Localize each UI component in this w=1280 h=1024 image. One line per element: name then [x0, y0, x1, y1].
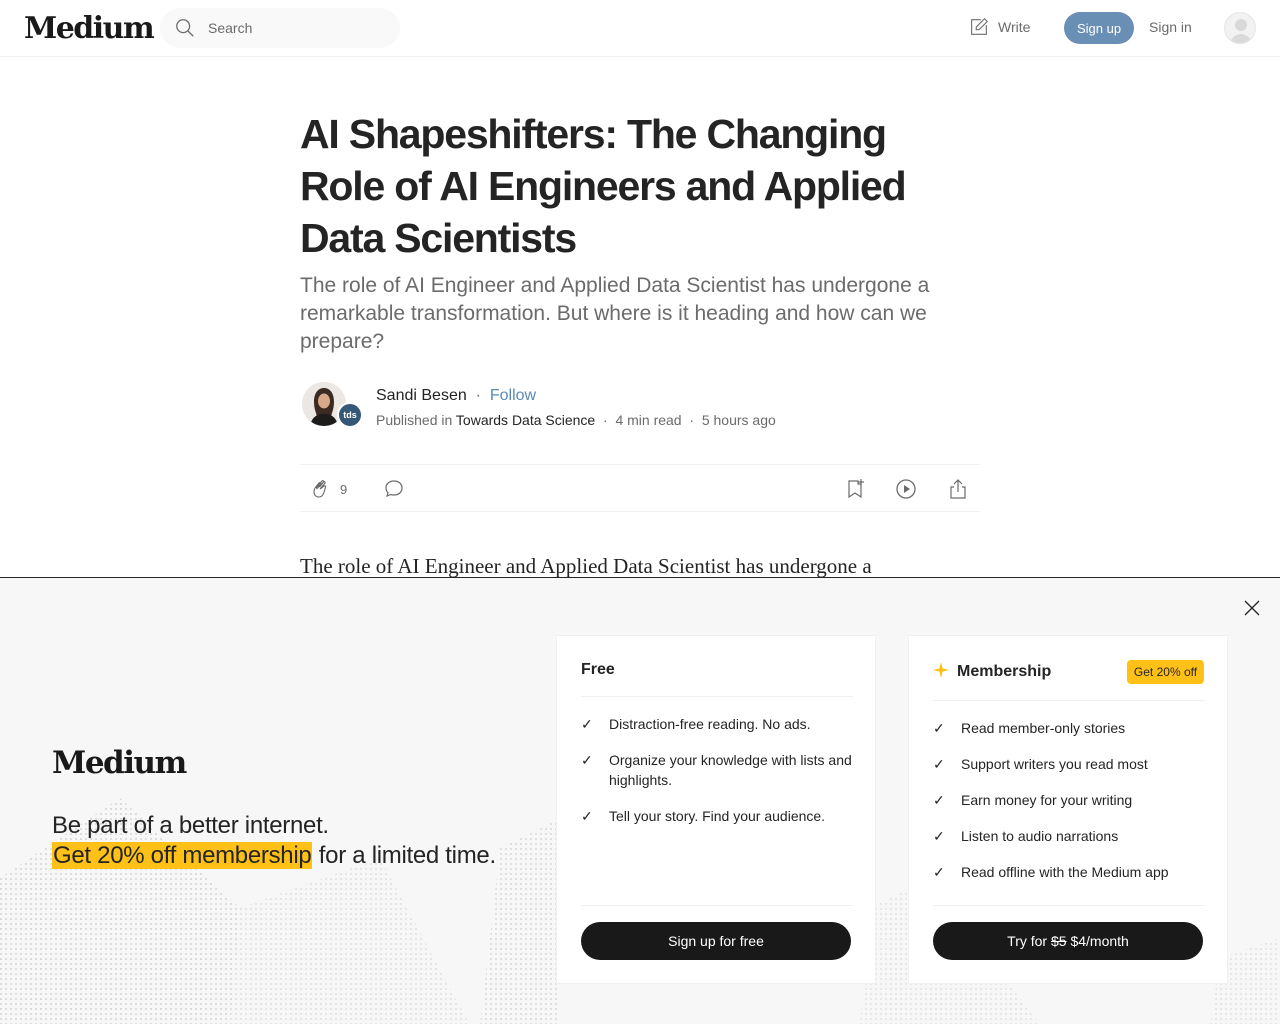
write-icon — [971, 17, 989, 35]
promo-medium-logo: Medium — [52, 745, 187, 781]
read-time: 4 min read — [615, 412, 682, 428]
share-button[interactable] — [946, 477, 970, 501]
button-prefix: Try for — [1007, 933, 1051, 949]
offer-highlight: Get 20% off membership — [52, 842, 313, 869]
user-avatar[interactable] — [1224, 12, 1256, 44]
separator-dot: · — [471, 387, 486, 404]
signin-link[interactable]: Sign in — [1149, 19, 1192, 35]
separator-dot: · — [685, 412, 698, 428]
article-header: AI Shapeshifters: The Changing Role of A… — [300, 108, 980, 428]
clap-icon — [313, 480, 327, 498]
medium-logo[interactable]: Medium — [24, 11, 155, 46]
author-line: Sandi Besen · Follow — [376, 387, 536, 405]
member-feature-item: ✓ Read offline with the Medium app — [933, 862, 1205, 882]
feature-text: Read member-only stories — [961, 720, 1126, 736]
feature-text: Tell your story. Find your audience. — [609, 808, 826, 824]
write-label: Write — [998, 19, 1031, 35]
write-button[interactable]: Write — [968, 16, 1030, 38]
clap-button[interactable]: 9 — [308, 477, 347, 501]
feature-text: Support writers you read most — [961, 756, 1148, 772]
publication-logo[interactable]: tds — [337, 402, 363, 428]
membership-modal: Medium Be part of a better internet. Get… — [0, 577, 1280, 1024]
free-plan-title: Free — [581, 661, 615, 678]
responses-button[interactable] — [382, 477, 406, 501]
search-input[interactable] — [208, 20, 378, 36]
check-icon: ✓ — [581, 808, 593, 824]
member-feature-item: ✓ Listen to audio narrations — [933, 826, 1205, 846]
article-meta: Published in Towards Data Science · 4 mi… — [376, 412, 776, 428]
follow-link[interactable]: Follow — [490, 387, 536, 404]
divider — [933, 700, 1205, 701]
separator-dot: · — [599, 412, 612, 428]
close-icon[interactable] — [1240, 596, 1264, 620]
divider — [581, 905, 853, 906]
promo-offer: Get 20% off membership for a limited tim… — [52, 842, 496, 870]
comment-icon — [385, 480, 403, 498]
free-feature-item: ✓ Distraction-free reading. No ads. — [581, 714, 853, 734]
feature-text: Organize your knowledge with lists and h… — [609, 752, 852, 788]
feature-text: Read offline with the Medium app — [961, 864, 1169, 880]
free-feature-item: ✓ Tell your story. Find your audience. — [581, 806, 853, 826]
check-icon: ✓ — [933, 720, 945, 736]
check-icon: ✓ — [581, 716, 593, 732]
member-feature-item: ✓ Support writers you read most — [933, 754, 1205, 774]
signup-free-button[interactable]: Sign up for free — [581, 922, 851, 960]
article-title: AI Shapeshifters: The Changing Role of A… — [300, 111, 907, 261]
published-in-label: Published in — [376, 412, 453, 428]
membership-plan-card: Membership Get 20% off ✓ Read member-onl… — [908, 635, 1228, 984]
published-time: 5 hours ago — [701, 412, 776, 428]
article-subtitle: The role of AI Engineer and Applied Data… — [300, 274, 930, 353]
search-icon — [176, 19, 194, 37]
try-membership-button[interactable]: Try for $5 $4/month — [933, 922, 1203, 960]
share-icon — [950, 479, 966, 499]
membership-title: Membership — [957, 663, 1052, 680]
offer-rest: for a limited time. — [318, 842, 496, 869]
old-price: $5 — [1050, 933, 1067, 949]
member-feature-item: ✓ Read member-only stories — [933, 718, 1205, 738]
sparkle-icon — [933, 662, 949, 678]
bookmark-button[interactable] — [843, 477, 867, 501]
top-nav: Medium Write Sign up Sign in — [0, 0, 1280, 57]
bookmark-add-icon — [848, 479, 864, 499]
member-feature-item: ✓ Earn money for your writing — [933, 790, 1205, 810]
check-icon: ✓ — [581, 752, 593, 768]
author-row: tds Sandi Besen · Follow Published in To… — [300, 382, 980, 432]
check-icon: ✓ — [933, 864, 945, 880]
check-icon: ✓ — [933, 756, 945, 772]
divider — [933, 905, 1205, 906]
check-icon: ✓ — [933, 792, 945, 808]
free-plan-card: Free ✓ Distraction-free reading. No ads.… — [556, 635, 876, 984]
signup-button[interactable]: Sign up — [1064, 12, 1134, 44]
feature-text: Distraction-free reading. No ads. — [609, 716, 811, 732]
author-name[interactable]: Sandi Besen — [376, 387, 467, 404]
article-action-bar: 9 — [300, 464, 980, 512]
article-body-first-line: The role of AI Engineer and Applied Data… — [300, 554, 872, 578]
user-icon — [1229, 19, 1253, 43]
clap-count: 9 — [340, 481, 348, 497]
promo-tagline: Be part of a better internet. — [52, 812, 329, 839]
feature-text: Earn money for your writing — [961, 792, 1133, 808]
play-icon — [896, 479, 916, 499]
check-icon: ✓ — [933, 828, 945, 844]
feature-text: Listen to audio narrations — [961, 828, 1119, 844]
divider — [581, 696, 853, 697]
search-bar[interactable] — [160, 8, 400, 48]
publication-name[interactable]: Towards Data Science — [456, 412, 595, 428]
free-feature-item: ✓ Organize your knowledge with lists and… — [581, 750, 853, 790]
listen-button[interactable] — [894, 477, 918, 501]
new-price: $4/month — [1066, 933, 1129, 949]
discount-badge: Get 20% off — [1127, 660, 1204, 684]
